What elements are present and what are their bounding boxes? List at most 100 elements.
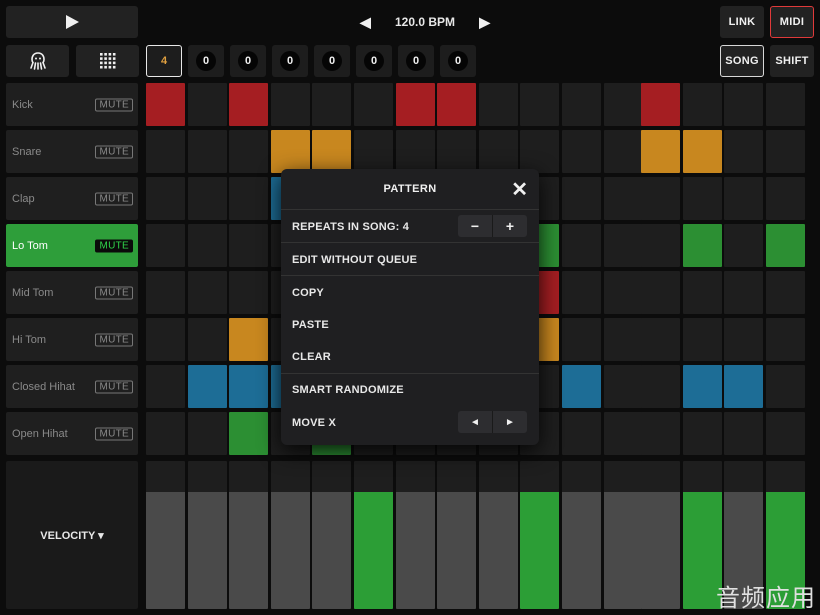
step-cell[interactable]	[562, 412, 601, 455]
step-cell[interactable]	[479, 130, 518, 173]
move-right-button[interactable]: ►	[492, 411, 527, 433]
smart-randomize-item[interactable]: SMART RANDOMIZE	[292, 384, 404, 396]
step-cell[interactable]	[604, 224, 643, 267]
bpm-label[interactable]: 120.0 BPM	[395, 15, 455, 29]
step-cell[interactable]	[354, 83, 393, 126]
track-row[interactable]: Mid Tom MUTE	[6, 271, 138, 314]
step-cell[interactable]	[641, 271, 680, 314]
step-cell[interactable]	[562, 318, 601, 361]
velocity-column[interactable]	[312, 461, 351, 609]
pattern-slot[interactable]: 0	[398, 45, 434, 77]
pattern-slot[interactable]: 0	[272, 45, 308, 77]
song-button[interactable]: SONG	[720, 45, 764, 77]
track-row[interactable]: Snare MUTE	[6, 130, 138, 173]
step-cell[interactable]	[641, 177, 680, 220]
velocity-column[interactable]	[562, 461, 601, 609]
step-cell[interactable]	[641, 130, 680, 173]
paste-item[interactable]: PASTE	[292, 319, 329, 331]
step-cell[interactable]	[604, 412, 643, 455]
step-cell[interactable]	[271, 83, 310, 126]
step-cell[interactable]	[146, 224, 185, 267]
step-cell[interactable]	[188, 271, 227, 314]
step-cell[interactable]	[766, 130, 805, 173]
tempo-increase-icon[interactable]: ▶	[479, 14, 490, 31]
velocity-column[interactable]	[396, 461, 435, 609]
step-cell[interactable]	[146, 271, 185, 314]
edit-without-queue-item[interactable]: EDIT WITHOUT QUEUE	[292, 254, 417, 266]
velocity-column[interactable]	[271, 461, 310, 609]
pattern-slot[interactable]: 0	[230, 45, 266, 77]
velocity-selector[interactable]: VELOCITY ▾	[6, 461, 138, 609]
velocity-column[interactable]	[354, 461, 393, 609]
step-cell[interactable]	[724, 83, 763, 126]
track-row[interactable]: Kick MUTE	[6, 83, 138, 126]
step-cell[interactable]	[683, 318, 722, 361]
copy-item[interactable]: COPY	[292, 287, 324, 299]
track-row[interactable]: Hi Tom MUTE	[6, 318, 138, 361]
velocity-column[interactable]	[520, 461, 559, 609]
step-cell[interactable]	[229, 318, 268, 361]
step-cell[interactable]	[229, 177, 268, 220]
mute-button[interactable]: MUTE	[95, 427, 133, 440]
step-cell[interactable]	[641, 318, 680, 361]
step-cell[interactable]	[641, 412, 680, 455]
velocity-column[interactable]	[188, 461, 227, 609]
step-cell[interactable]	[724, 271, 763, 314]
octopus-button[interactable]	[6, 45, 69, 77]
pattern-slot[interactable]: 0	[188, 45, 224, 77]
step-cell[interactable]	[312, 130, 351, 173]
step-cell[interactable]	[146, 83, 185, 126]
track-row[interactable]: Open Hihat MUTE	[6, 412, 138, 455]
step-cell[interactable]	[437, 83, 476, 126]
step-cell[interactable]	[562, 224, 601, 267]
step-cell[interactable]	[766, 83, 805, 126]
step-cell[interactable]	[604, 83, 643, 126]
velocity-column[interactable]	[229, 461, 268, 609]
step-cell[interactable]	[562, 271, 601, 314]
repeats-decrease-button[interactable]: −	[458, 215, 492, 237]
link-button[interactable]: LINK	[720, 6, 764, 38]
step-cell[interactable]	[437, 130, 476, 173]
step-cell[interactable]	[271, 130, 310, 173]
step-cell[interactable]	[683, 412, 722, 455]
step-cell[interactable]	[724, 177, 763, 220]
step-cell[interactable]	[641, 224, 680, 267]
velocity-column[interactable]	[641, 461, 680, 609]
step-cell[interactable]	[146, 130, 185, 173]
step-cell[interactable]	[683, 83, 722, 126]
pattern-slot[interactable]: 0	[440, 45, 476, 77]
step-cell[interactable]	[146, 412, 185, 455]
step-cell[interactable]	[229, 83, 268, 126]
close-icon[interactable]: ✕	[511, 177, 528, 202]
step-cell[interactable]	[766, 224, 805, 267]
mute-button[interactable]: MUTE	[95, 192, 133, 205]
step-cell[interactable]	[683, 365, 722, 408]
step-cell[interactable]	[146, 318, 185, 361]
step-cell[interactable]	[604, 130, 643, 173]
step-cell[interactable]	[520, 130, 559, 173]
pattern-slot[interactable]: 0	[356, 45, 392, 77]
step-cell[interactable]	[562, 83, 601, 126]
step-cell[interactable]	[683, 177, 722, 220]
track-row[interactable]: Lo Tom MUTE	[6, 224, 138, 267]
step-cell[interactable]	[604, 177, 643, 220]
step-cell[interactable]	[562, 130, 601, 173]
step-cell[interactable]	[724, 130, 763, 173]
step-cell[interactable]	[188, 224, 227, 267]
step-cell[interactable]	[188, 412, 227, 455]
step-cell[interactable]	[188, 177, 227, 220]
velocity-column[interactable]	[604, 461, 643, 609]
step-cell[interactable]	[724, 365, 763, 408]
mute-button[interactable]: MUTE	[95, 333, 133, 346]
step-cell[interactable]	[146, 365, 185, 408]
step-cell[interactable]	[683, 271, 722, 314]
grid-button[interactable]	[76, 45, 139, 77]
midi-button[interactable]: MIDI	[770, 6, 814, 38]
step-cell[interactable]	[188, 130, 227, 173]
mute-button[interactable]: MUTE	[95, 239, 133, 252]
step-cell[interactable]	[724, 224, 763, 267]
pattern-slot[interactable]: 0	[314, 45, 350, 77]
step-cell[interactable]	[766, 318, 805, 361]
step-cell[interactable]	[188, 318, 227, 361]
play-button[interactable]	[6, 6, 138, 38]
